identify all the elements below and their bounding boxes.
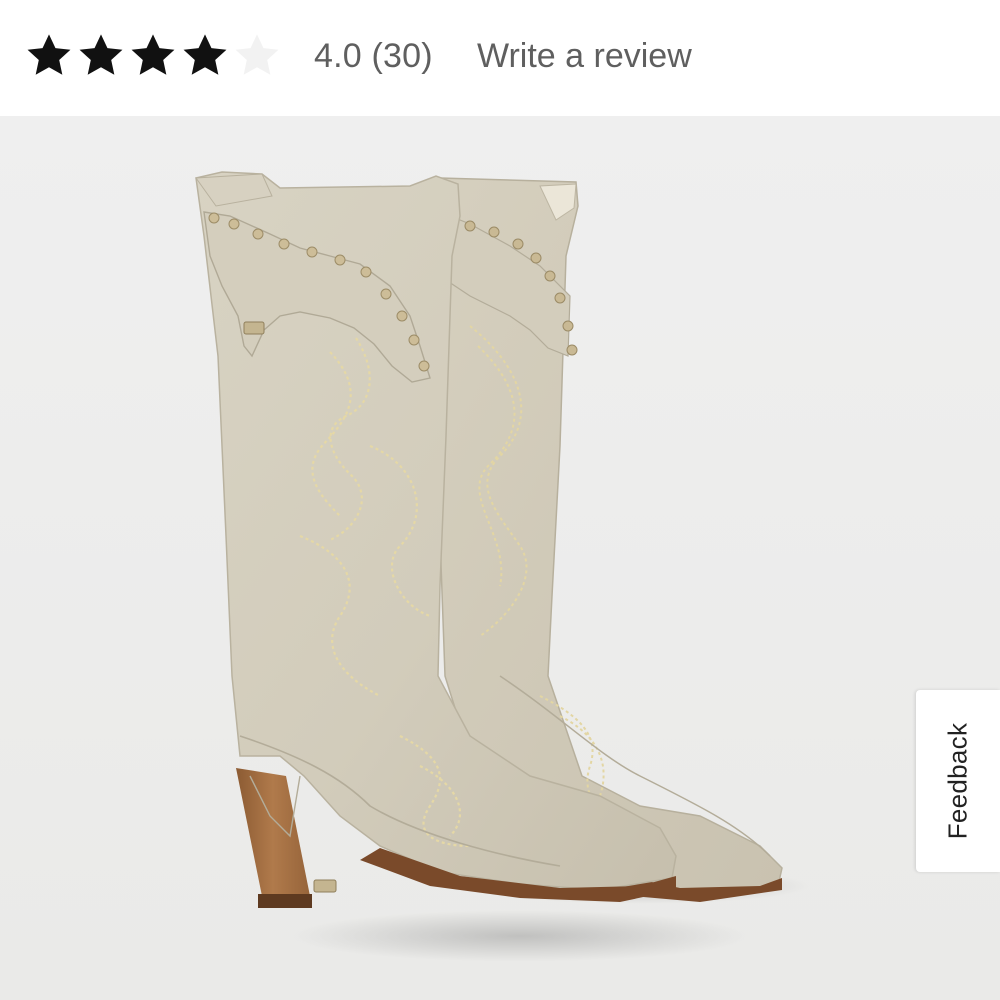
star-icon <box>27 34 71 75</box>
star-rating[interactable] <box>24 30 282 82</box>
boots-image <box>195 171 810 962</box>
write-review-link[interactable]: Write a review <box>477 34 692 78</box>
feedback-label: Feedback <box>942 722 973 840</box>
star-icon <box>131 34 175 75</box>
feedback-tab[interactable]: Feedback <box>916 690 1000 872</box>
star-icon <box>183 34 227 75</box>
star-empty-icon <box>235 34 279 75</box>
rating-bar: 4.0 (30) Write a review <box>0 0 1000 116</box>
star-icon <box>79 34 123 75</box>
front-boot <box>195 171 677 908</box>
rating-score: 4.0 (30) <box>314 37 433 75</box>
product-page: 4.0 (30) Write a review Feedback <box>0 0 1000 1000</box>
product-image[interactable] <box>0 116 1000 1000</box>
